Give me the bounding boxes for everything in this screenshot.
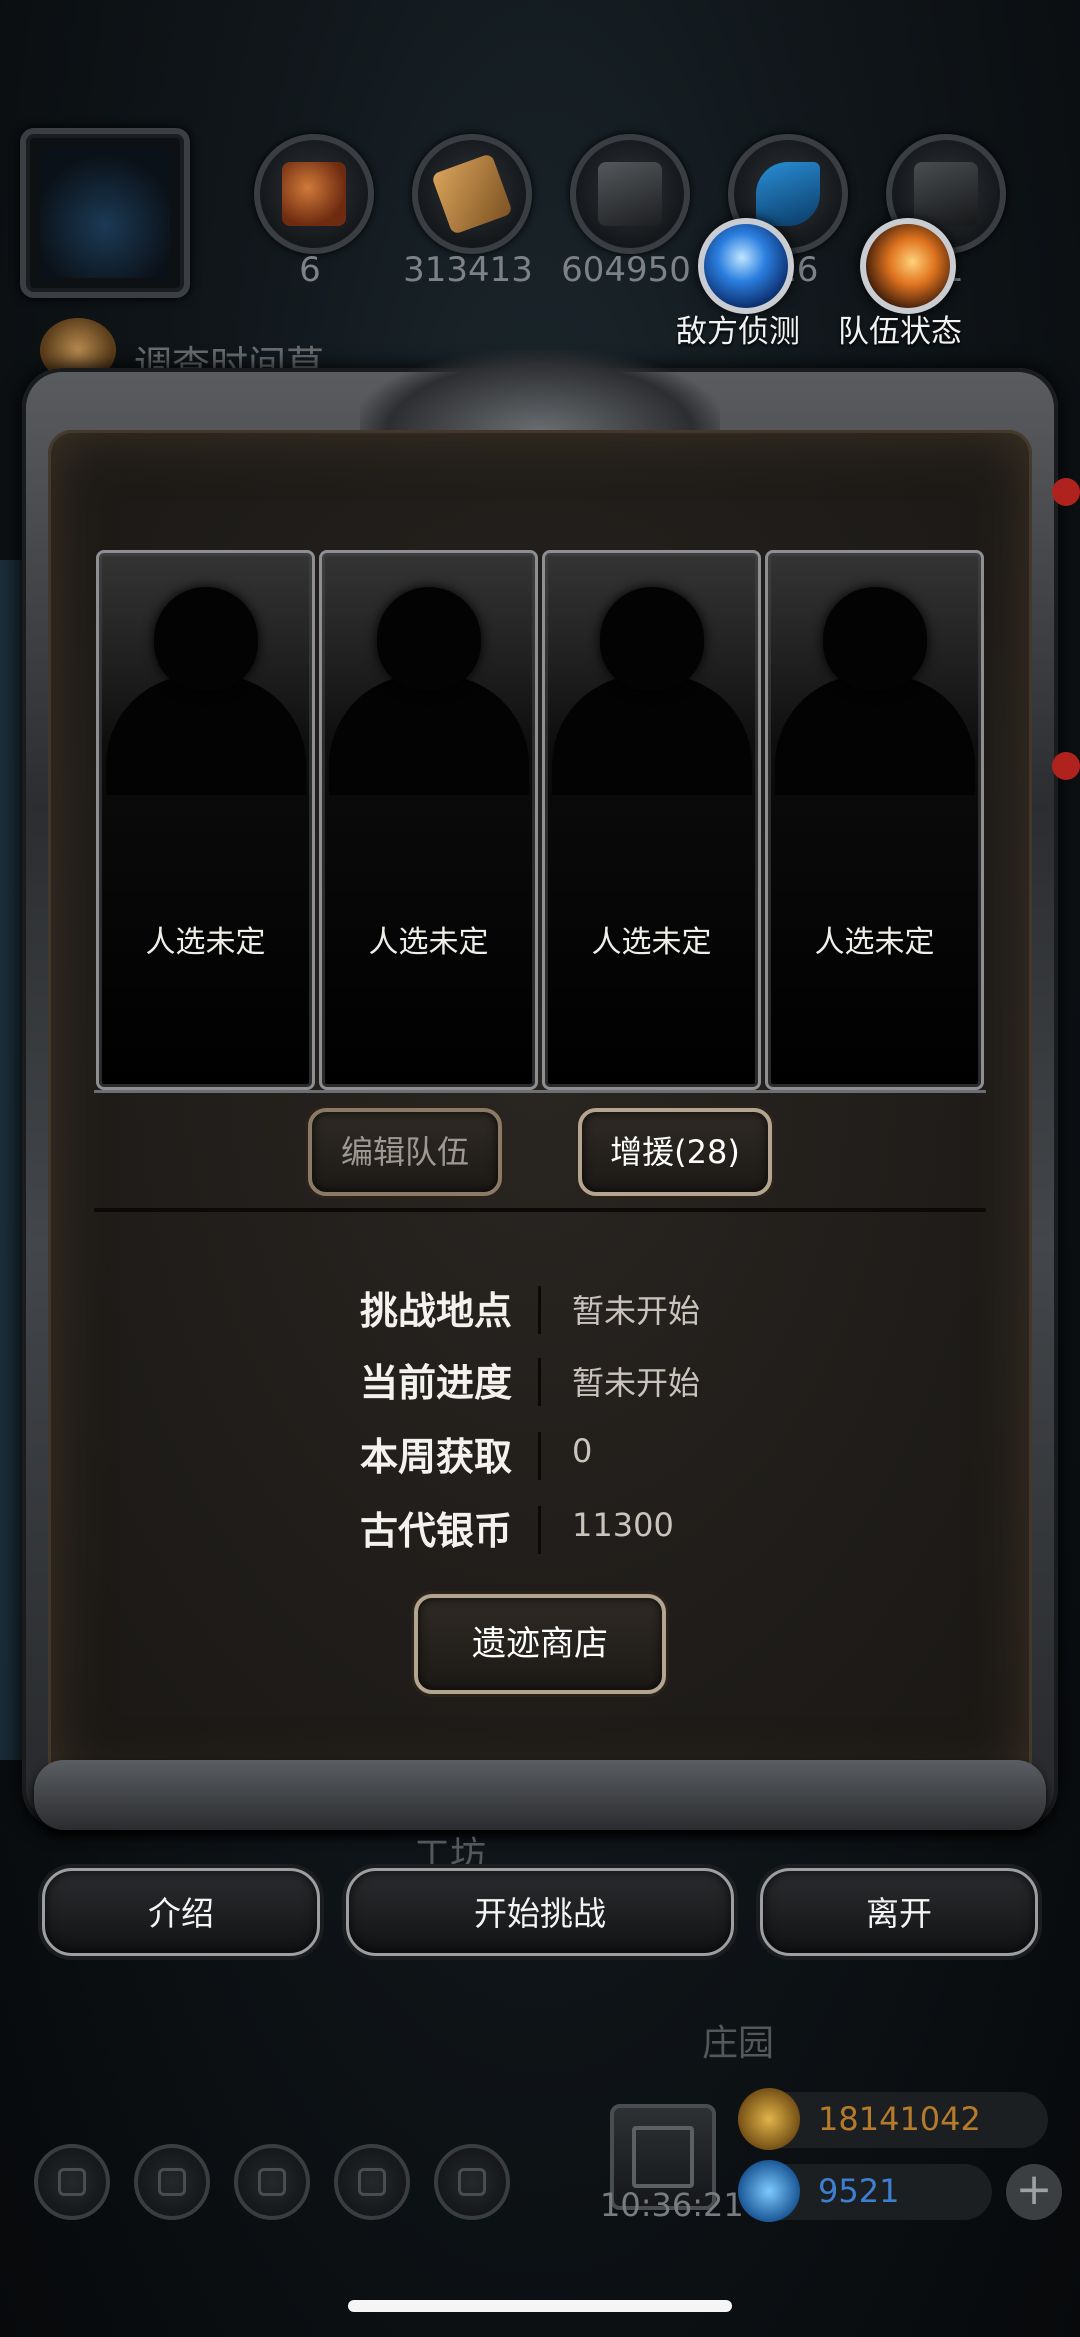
silhouette-icon: [822, 587, 927, 691]
info-value: 11300: [572, 1506, 674, 1544]
map-icon[interactable]: [434, 2144, 510, 2220]
ruins-shop-button[interactable]: 遗迹商店: [414, 1594, 666, 1694]
gem-amount: 9521: [818, 2172, 900, 2210]
team-slot-2[interactable]: 人选未定: [319, 550, 538, 1090]
gold-amount: 18141042: [818, 2100, 981, 2138]
info-key: 古代银币: [359, 1509, 512, 1553]
enemy-scout-label[interactable]: 敌方侦测: [676, 306, 800, 351]
silhouette-icon: [376, 587, 481, 691]
info-value: 暂未开始: [572, 1292, 701, 1330]
team-status-label[interactable]: 队伍状态: [838, 306, 962, 351]
section-divider: [94, 1208, 986, 1212]
panel-frame-bottom: [34, 1760, 1046, 1830]
slot-label: 人选未定: [145, 925, 266, 960]
info-key: 本周获取: [359, 1435, 512, 1479]
player-avatar[interactable]: [20, 128, 190, 298]
countdown-timer: 10:36:21: [600, 2186, 744, 2224]
guild-icon[interactable]: [234, 2144, 310, 2220]
leave-button[interactable]: 离开: [760, 1868, 1038, 1956]
team-slot-3[interactable]: 人选未定: [542, 550, 761, 1090]
resource-count-3: 604950: [561, 250, 691, 290]
team-status-icon[interactable]: [860, 218, 956, 314]
info-value: 暂未开始: [572, 1364, 701, 1402]
gem-currency: 9521: [738, 2160, 992, 2222]
start-challenge-button[interactable]: 开始挑战: [346, 1868, 734, 1956]
mail-icon[interactable]: [334, 2144, 410, 2220]
alert-dot: [1052, 478, 1080, 506]
achievement-icon[interactable]: [134, 2144, 210, 2220]
slot-label: 人选未定: [814, 925, 935, 960]
add-currency-button[interactable]: +: [1006, 2164, 1062, 2220]
resource-count-1: 6: [299, 250, 321, 290]
intro-button[interactable]: 介绍: [42, 1868, 320, 1956]
info-weekly: 本周获取 0: [200, 1426, 900, 1486]
edit-team-button[interactable]: 编辑队伍: [308, 1108, 502, 1196]
enemy-scout-icon[interactable]: [698, 218, 794, 314]
info-location: 挑战地点 暂未开始: [200, 1280, 900, 1340]
wood-resource-icon[interactable]: [412, 134, 532, 254]
alert-dot: [1052, 752, 1080, 780]
settings-icon[interactable]: [34, 2144, 110, 2220]
home-indicator[interactable]: [348, 2300, 732, 2312]
resource-count-2: 313413: [403, 250, 533, 290]
info-silver: 古代银币 11300: [200, 1500, 900, 1560]
slots-baseline: [94, 1090, 986, 1093]
info-key: 挑战地点: [359, 1289, 512, 1333]
team-slots: 人选未定 人选未定 人选未定 人选未定: [96, 550, 984, 1090]
silhouette-icon: [599, 587, 704, 691]
slot-label: 人选未定: [368, 925, 489, 960]
info-progress: 当前进度 暂未开始: [200, 1352, 900, 1412]
team-slot-1[interactable]: 人选未定: [96, 550, 315, 1090]
info-key: 当前进度: [359, 1361, 512, 1405]
gold-coin-icon: [738, 2088, 800, 2150]
fire-resource-icon[interactable]: [254, 134, 374, 254]
reinforce-button[interactable]: 增援(28): [578, 1108, 772, 1196]
silhouette-icon: [153, 587, 258, 691]
gold-currency: 18141042: [738, 2088, 1048, 2150]
team-slot-4[interactable]: 人选未定: [765, 550, 984, 1090]
info-value: 0: [572, 1432, 593, 1470]
stone-resource-icon[interactable]: [570, 134, 690, 254]
gem-icon: [738, 2160, 800, 2222]
slot-label: 人选未定: [591, 925, 712, 960]
manor-label: 庄园: [702, 2023, 775, 2064]
avatar-portrait: [40, 148, 170, 278]
